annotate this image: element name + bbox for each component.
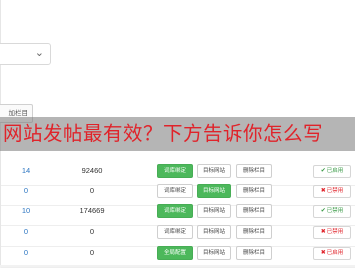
overlay-banner-text: 网站发帖最有效？下方告诉你怎么写 xyxy=(3,123,324,145)
delete-column-button[interactable]: 删除栏目 xyxy=(236,164,272,178)
row-value: 0 xyxy=(89,227,95,236)
status-icon: ✖ xyxy=(320,229,326,235)
table-row: 14 92460 词库绑定 目标网站 删除栏目 ✔已启用 xyxy=(1,162,355,186)
status-badge[interactable]: ✖已禁用 xyxy=(313,185,351,198)
status-label: 已启用 xyxy=(326,168,344,174)
delete-column-button[interactable]: 删除栏目 xyxy=(236,184,272,198)
bind-lexicon-button[interactable]: 词库绑定 xyxy=(157,204,193,218)
status-label: 已禁用 xyxy=(326,188,344,194)
table-row: 0 0 词库绑定 目标网站 删除栏目 ✖已禁用 xyxy=(1,182,355,206)
table-row: 0 0 全局配置 目标网站 删除栏目 ✖已启用 xyxy=(1,244,355,268)
bind-lexicon-button[interactable]: 全局配置 xyxy=(157,246,193,260)
target-site-button[interactable]: 目标网站 xyxy=(197,225,231,239)
row-count: 14 xyxy=(21,166,31,175)
target-site-button[interactable]: 目标网站 xyxy=(197,204,231,218)
status-badge[interactable]: ✔已禁用 xyxy=(313,205,351,218)
status-label: 已启用 xyxy=(326,250,344,256)
status-label: 已禁用 xyxy=(326,229,344,235)
table-row: 0 0 词库绑定 目标网站 删除栏目 ✖已禁用 xyxy=(1,223,355,247)
bind-lexicon-button[interactable]: 词库绑定 xyxy=(157,225,193,239)
status-icon: ✖ xyxy=(320,250,326,256)
bind-lexicon-button[interactable]: 词库绑定 xyxy=(157,184,193,198)
target-site-button[interactable]: 目标网站 xyxy=(197,184,231,198)
row-count: 0 xyxy=(23,186,29,195)
delete-column-button[interactable]: 删除栏目 xyxy=(236,246,272,260)
status-icon: ✔ xyxy=(320,168,326,174)
status-badge[interactable]: ✖已启用 xyxy=(313,247,351,260)
chevron-down-icon: ⌄ xyxy=(34,47,44,59)
row-value: 0 xyxy=(89,186,95,195)
delete-column-button[interactable]: 删除栏目 xyxy=(236,204,272,218)
row-value: 92460 xyxy=(81,166,103,175)
target-site-button[interactable]: 目标网站 xyxy=(197,246,231,260)
row-count: 10 xyxy=(21,206,31,215)
status-badge[interactable]: ✔已启用 xyxy=(313,165,351,178)
row-count: 0 xyxy=(23,248,29,257)
bind-lexicon-button[interactable]: 词库绑定 xyxy=(157,164,193,178)
row-value: 0 xyxy=(89,248,95,257)
status-badge[interactable]: ✖已禁用 xyxy=(313,226,351,239)
row-count: 0 xyxy=(23,227,29,236)
status-icon: ✖ xyxy=(320,188,326,194)
row-value: 174669 xyxy=(79,206,105,215)
target-site-button[interactable]: 目标网站 xyxy=(197,164,231,178)
add-column-label: 加栏目 xyxy=(8,110,29,117)
delete-column-button[interactable]: 删除栏目 xyxy=(236,225,272,239)
status-icon: ✔ xyxy=(320,208,326,214)
filter-select[interactable]: ⌄ xyxy=(0,43,51,65)
status-label: 已禁用 xyxy=(326,208,344,214)
table-row: 10 174669 词库绑定 目标网站 删除栏目 ✔已禁用 xyxy=(1,202,355,226)
